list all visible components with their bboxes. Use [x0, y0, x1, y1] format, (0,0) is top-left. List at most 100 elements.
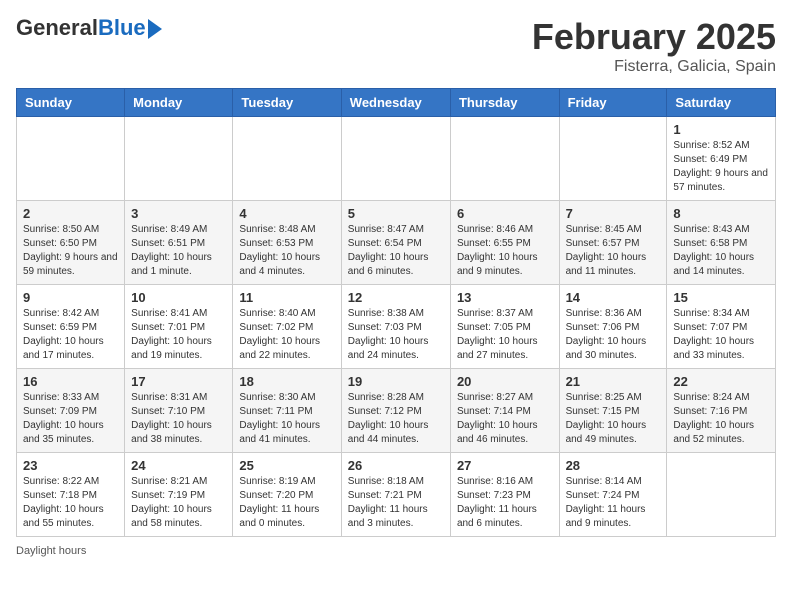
day-info: Sunrise: 8:47 AM Sunset: 6:54 PM Dayligh…	[348, 223, 444, 279]
day-info: Sunrise: 8:50 AM Sunset: 6:50 PM Dayligh…	[23, 223, 118, 279]
day-info: Sunrise: 8:37 AM Sunset: 7:05 PM Dayligh…	[457, 307, 553, 363]
day-info: Sunrise: 8:27 AM Sunset: 7:14 PM Dayligh…	[457, 391, 553, 447]
day-number: 28	[566, 458, 661, 473]
calendar-cell: 12 Sunrise: 8:38 AM Sunset: 7:03 PM Dayli…	[341, 285, 450, 369]
weekday-header-monday: Monday	[125, 89, 233, 117]
title-block: February 2025 Fisterra, Galicia, Spain	[532, 16, 776, 76]
day-info: Sunrise: 8:38 AM Sunset: 7:03 PM Dayligh…	[348, 307, 444, 363]
day-number: 11	[239, 290, 334, 305]
day-number: 20	[457, 374, 553, 389]
calendar-cell: 2 Sunrise: 8:50 AM Sunset: 6:50 PM Daylig…	[17, 201, 125, 285]
weekday-header-tuesday: Tuesday	[233, 89, 341, 117]
footer: Daylight hours	[16, 545, 776, 557]
calendar-cell: 19 Sunrise: 8:28 AM Sunset: 7:12 PM Dayli…	[341, 369, 450, 453]
day-number: 26	[348, 458, 444, 473]
calendar-cell	[341, 117, 450, 201]
calendar-cell: 17Sunrise: 8:31 AM Sunset: 7:10 PM Dayli…	[125, 369, 233, 453]
day-info: Sunrise: 8:33 AM Sunset: 7:09 PM Dayligh…	[23, 391, 118, 447]
day-info: Sunrise: 8:25 AM Sunset: 7:15 PM Dayligh…	[566, 391, 661, 447]
calendar-cell: 23 Sunrise: 8:22 AM Sunset: 7:18 PM Dayli…	[17, 453, 125, 537]
day-number: 18	[239, 374, 334, 389]
calendar-cell: 1 Sunrise: 8:52 AM Sunset: 6:49 PM Daylig…	[667, 117, 776, 201]
calendar-cell: 4 Sunrise: 8:48 AM Sunset: 6:53 PM Daylig…	[233, 201, 341, 285]
day-info: Sunrise: 8:49 AM Sunset: 6:51 PM Dayligh…	[131, 223, 226, 279]
calendar-cell: 13Sunrise: 8:37 AM Sunset: 7:05 PM Dayli…	[450, 285, 559, 369]
day-number: 4	[239, 206, 334, 221]
page-title: February 2025	[532, 16, 776, 58]
calendar-cell: 14 Sunrise: 8:36 AM Sunset: 7:06 PM Dayli…	[559, 285, 667, 369]
page-header: GeneralBlue February 2025 Fisterra, Gali…	[16, 16, 776, 76]
day-info: Sunrise: 8:41 AM Sunset: 7:01 PM Dayligh…	[131, 307, 226, 363]
calendar-cell: 10 Sunrise: 8:41 AM Sunset: 7:01 PM Dayli…	[125, 285, 233, 369]
day-number: 5	[348, 206, 444, 221]
calendar-cell	[125, 117, 233, 201]
day-number: 9	[23, 290, 118, 305]
day-number: 27	[457, 458, 553, 473]
calendar-cell: 16 Sunrise: 8:33 AM Sunset: 7:09 PM Dayli…	[17, 369, 125, 453]
weekday-header-wednesday: Wednesday	[341, 89, 450, 117]
weekday-header-saturday: Saturday	[667, 89, 776, 117]
day-info: Sunrise: 8:19 AM Sunset: 7:20 PM Dayligh…	[239, 475, 334, 531]
calendar-week-1: 1 Sunrise: 8:52 AM Sunset: 6:49 PM Daylig…	[17, 117, 776, 201]
day-info: Sunrise: 8:36 AM Sunset: 7:06 PM Dayligh…	[566, 307, 661, 363]
day-number: 21	[566, 374, 661, 389]
logo-text: GeneralBlue	[16, 16, 146, 40]
calendar-cell: 21 Sunrise: 8:25 AM Sunset: 7:15 PM Dayli…	[559, 369, 667, 453]
day-info: Sunrise: 8:22 AM Sunset: 7:18 PM Dayligh…	[23, 475, 118, 531]
day-number: 25	[239, 458, 334, 473]
day-number: 22	[673, 374, 769, 389]
day-info: Sunrise: 8:46 AM Sunset: 6:55 PM Dayligh…	[457, 223, 553, 279]
calendar-week-5: 23 Sunrise: 8:22 AM Sunset: 7:18 PM Dayli…	[17, 453, 776, 537]
calendar-cell: 28 Sunrise: 8:14 AM Sunset: 7:24 PM Dayli…	[559, 453, 667, 537]
weekday-header-friday: Friday	[559, 89, 667, 117]
day-number: 12	[348, 290, 444, 305]
day-number: 6	[457, 206, 553, 221]
calendar-cell: 26Sunrise: 8:18 AM Sunset: 7:21 PM Dayli…	[341, 453, 450, 537]
calendar-cell	[667, 453, 776, 537]
weekday-header-thursday: Thursday	[450, 89, 559, 117]
day-number: 7	[566, 206, 661, 221]
day-info: Sunrise: 8:52 AM Sunset: 6:49 PM Dayligh…	[673, 139, 769, 195]
day-number: 1	[673, 122, 769, 137]
page-subtitle: Fisterra, Galicia, Spain	[532, 58, 776, 76]
day-info: Sunrise: 8:14 AM Sunset: 7:24 PM Dayligh…	[566, 475, 661, 531]
calendar-cell: 11 Sunrise: 8:40 AM Sunset: 7:02 PM Dayli…	[233, 285, 341, 369]
logo: GeneralBlue	[16, 16, 162, 40]
calendar-cell: 20 Sunrise: 8:27 AM Sunset: 7:14 PM Dayli…	[450, 369, 559, 453]
calendar-cell	[17, 117, 125, 201]
day-info: Sunrise: 8:48 AM Sunset: 6:53 PM Dayligh…	[239, 223, 334, 279]
calendar-cell: 7Sunrise: 8:45 AM Sunset: 6:57 PM Daylig…	[559, 201, 667, 285]
day-number: 16	[23, 374, 118, 389]
day-number: 23	[23, 458, 118, 473]
calendar-cell: 18Sunrise: 8:30 AM Sunset: 7:11 PM Dayli…	[233, 369, 341, 453]
calendar-header-row: SundayMondayTuesdayWednesdayThursdayFrid…	[17, 89, 776, 117]
logo-arrow-icon	[148, 19, 162, 39]
calendar-cell: 9 Sunrise: 8:42 AM Sunset: 6:59 PM Daylig…	[17, 285, 125, 369]
calendar-cell: 6 Sunrise: 8:46 AM Sunset: 6:55 PM Daylig…	[450, 201, 559, 285]
day-info: Sunrise: 8:28 AM Sunset: 7:12 PM Dayligh…	[348, 391, 444, 447]
calendar-cell: 22 Sunrise: 8:24 AM Sunset: 7:16 PM Dayli…	[667, 369, 776, 453]
calendar-cell: 15Sunrise: 8:34 AM Sunset: 7:07 PM Dayli…	[667, 285, 776, 369]
day-number: 3	[131, 206, 226, 221]
day-info: Sunrise: 8:21 AM Sunset: 7:19 PM Dayligh…	[131, 475, 226, 531]
day-info: Sunrise: 8:40 AM Sunset: 7:02 PM Dayligh…	[239, 307, 334, 363]
day-number: 19	[348, 374, 444, 389]
day-info: Sunrise: 8:43 AM Sunset: 6:58 PM Dayligh…	[673, 223, 769, 279]
daylight-label: Daylight hours	[16, 545, 86, 557]
calendar-cell: 27 Sunrise: 8:16 AM Sunset: 7:23 PM Dayli…	[450, 453, 559, 537]
calendar-cell	[233, 117, 341, 201]
calendar-week-2: 2 Sunrise: 8:50 AM Sunset: 6:50 PM Daylig…	[17, 201, 776, 285]
calendar-cell: 24 Sunrise: 8:21 AM Sunset: 7:19 PM Dayli…	[125, 453, 233, 537]
day-number: 10	[131, 290, 226, 305]
calendar-week-4: 16 Sunrise: 8:33 AM Sunset: 7:09 PM Dayli…	[17, 369, 776, 453]
day-info: Sunrise: 8:24 AM Sunset: 7:16 PM Dayligh…	[673, 391, 769, 447]
calendar-cell: 8 Sunrise: 8:43 AM Sunset: 6:58 PM Daylig…	[667, 201, 776, 285]
day-info: Sunrise: 8:16 AM Sunset: 7:23 PM Dayligh…	[457, 475, 553, 531]
day-info: Sunrise: 8:42 AM Sunset: 6:59 PM Dayligh…	[23, 307, 118, 363]
day-number: 17	[131, 374, 226, 389]
calendar-cell	[559, 117, 667, 201]
day-number: 8	[673, 206, 769, 221]
day-number: 24	[131, 458, 226, 473]
day-number: 14	[566, 290, 661, 305]
day-number: 2	[23, 206, 118, 221]
